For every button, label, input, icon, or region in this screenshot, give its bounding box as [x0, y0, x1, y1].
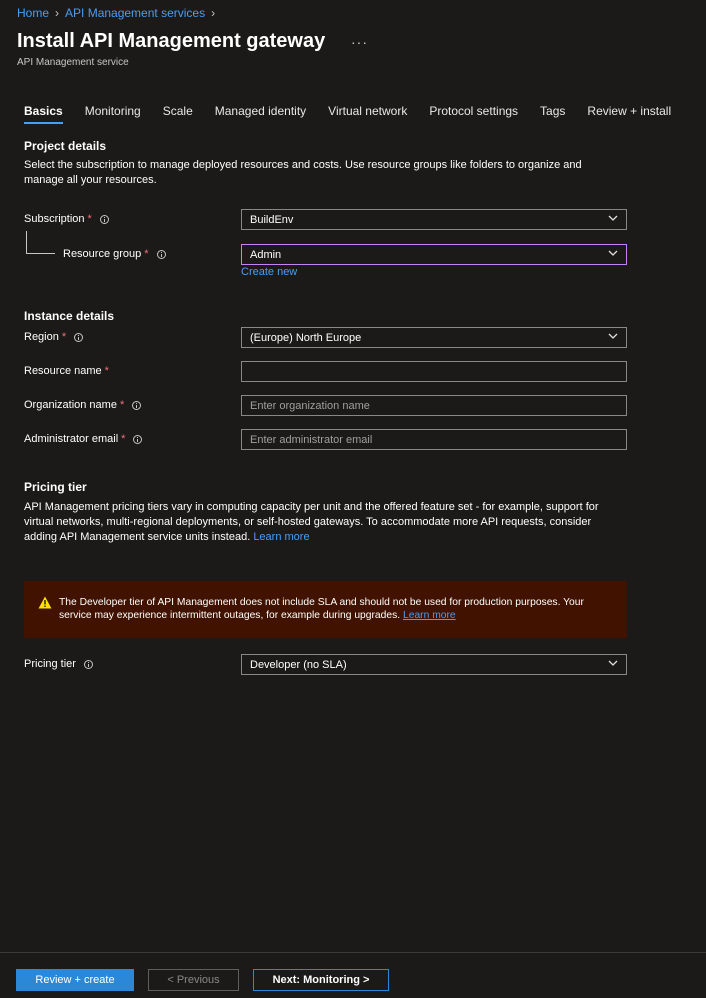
review-create-button[interactable]: Review + create — [16, 969, 134, 991]
required-asterisk: * — [121, 433, 126, 445]
pricing-learn-more-link[interactable]: Learn more — [253, 531, 309, 543]
pricing-tier-description: API Management pricing tiers vary in com… — [24, 500, 614, 545]
tab-basics[interactable]: Basics — [24, 104, 63, 124]
pricing-tier-dropdown[interactable]: Developer (no SLA) — [241, 654, 627, 675]
tree-connector — [26, 231, 55, 254]
resource-name-label: Resource name * — [24, 365, 109, 377]
info-icon[interactable] — [83, 659, 93, 669]
breadcrumb-api-management-link[interactable]: API Management services — [65, 6, 205, 20]
info-icon[interactable] — [132, 400, 142, 410]
tab-protocol-settings[interactable]: Protocol settings — [429, 104, 518, 124]
chevron-down-icon — [608, 250, 618, 256]
required-asterisk: * — [104, 365, 109, 377]
project-details-heading: Project details — [24, 139, 107, 153]
administrator-email-placeholder: Enter administrator email — [250, 433, 373, 446]
page-subtitle: API Management service — [17, 57, 129, 68]
resource-name-label-text: Resource name — [24, 365, 102, 377]
chevron-down-icon — [608, 215, 618, 221]
instance-details-heading: Instance details — [24, 309, 115, 323]
resource-group-label: Resource group * — [63, 248, 166, 260]
chevron-down-icon — [608, 333, 618, 339]
chevron-right-icon: › — [211, 6, 216, 20]
project-details-description: Select the subscription to manage deploy… — [24, 159, 582, 186]
warning-icon — [38, 596, 52, 609]
warning-text: The Developer tier of API Management doe… — [59, 597, 584, 621]
region-value: (Europe) North Europe — [250, 331, 362, 344]
developer-tier-warning: The Developer tier of API Management doe… — [24, 581, 627, 638]
region-label-text: Region — [24, 331, 59, 343]
chevron-right-icon: › — [55, 6, 60, 20]
info-icon[interactable] — [99, 214, 109, 224]
chevron-down-icon — [608, 660, 618, 666]
required-asterisk: * — [144, 248, 149, 260]
subscription-value: BuildEnv — [250, 213, 294, 226]
tab-tags[interactable]: Tags — [540, 104, 565, 124]
tab-managed-identity[interactable]: Managed identity — [215, 104, 306, 124]
administrator-email-input[interactable]: Enter administrator email — [241, 429, 627, 450]
pricing-description-text: API Management pricing tiers vary in com… — [24, 501, 599, 543]
administrator-email-label: Administrator email * — [24, 433, 143, 445]
breadcrumb-home-link[interactable]: Home — [17, 6, 49, 20]
region-dropdown[interactable]: (Europe) North Europe — [241, 327, 627, 348]
region-label: Region * — [24, 331, 84, 343]
previous-button[interactable]: < Previous — [148, 969, 239, 991]
tab-bar: Basics Monitoring Scale Managed identity… — [24, 104, 671, 124]
info-icon[interactable] — [133, 434, 143, 444]
resource-group-label-text: Resource group — [63, 248, 142, 260]
required-asterisk: * — [61, 331, 67, 343]
pricing-tier-label: Pricing tier — [24, 658, 93, 670]
resource-group-dropdown[interactable]: Admin — [241, 244, 627, 265]
tab-scale[interactable]: Scale — [163, 104, 193, 124]
tab-virtual-network[interactable]: Virtual network — [328, 104, 407, 124]
info-icon[interactable] — [156, 249, 166, 259]
breadcrumb: Home › API Management services › — [17, 6, 215, 20]
footer-bar: Review + create < Previous Next: Monitor… — [0, 952, 706, 998]
organization-name-label-text: Organization name — [24, 399, 117, 411]
pricing-tier-value: Developer (no SLA) — [250, 658, 347, 671]
administrator-email-label-text: Administrator email — [24, 433, 119, 445]
organization-name-label: Organization name * — [24, 399, 142, 411]
tab-review-install[interactable]: Review + install — [587, 104, 671, 124]
tab-monitoring[interactable]: Monitoring — [85, 104, 141, 124]
resource-name-input[interactable] — [241, 361, 627, 382]
organization-name-placeholder: Enter organization name — [250, 399, 370, 412]
organization-name-input[interactable]: Enter organization name — [241, 395, 627, 416]
resource-group-value: Admin — [250, 248, 282, 261]
required-asterisk: * — [119, 399, 125, 411]
warning-learn-more-link[interactable]: Learn more — [403, 610, 456, 621]
more-options-icon[interactable]: ··· — [351, 34, 368, 50]
page-title: Install API Management gateway — [17, 30, 326, 52]
next-monitoring-button[interactable]: Next: Monitoring > — [253, 969, 389, 991]
create-new-link[interactable]: Create new — [241, 266, 297, 278]
subscription-label-text: Subscription — [24, 213, 85, 225]
info-icon[interactable] — [74, 332, 84, 342]
subscription-label: Subscription * — [24, 213, 109, 225]
pricing-tier-label-text: Pricing tier — [24, 658, 76, 670]
pricing-tier-heading: Pricing tier — [24, 480, 87, 494]
required-asterisk: * — [87, 213, 92, 225]
subscription-dropdown[interactable]: BuildEnv — [241, 209, 627, 230]
